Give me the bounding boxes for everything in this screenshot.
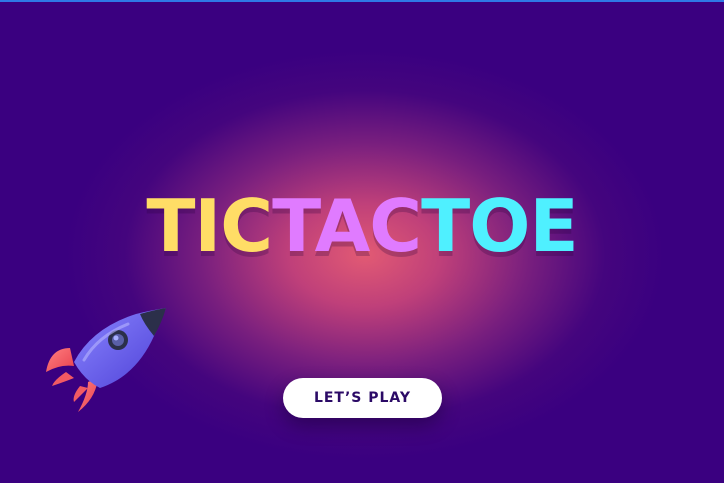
rocket-exhaust-fin-1 [52, 372, 74, 386]
rocket-icon [46, 308, 166, 412]
rocket-fin-left [46, 348, 74, 372]
title-tac: TAC [272, 184, 422, 268]
game-title: TICTACTOE [0, 186, 724, 266]
title-toe: TOE [421, 184, 579, 268]
lets-play-button[interactable]: LET’S PLAY [283, 378, 442, 418]
title-tic: TIC [146, 184, 273, 268]
